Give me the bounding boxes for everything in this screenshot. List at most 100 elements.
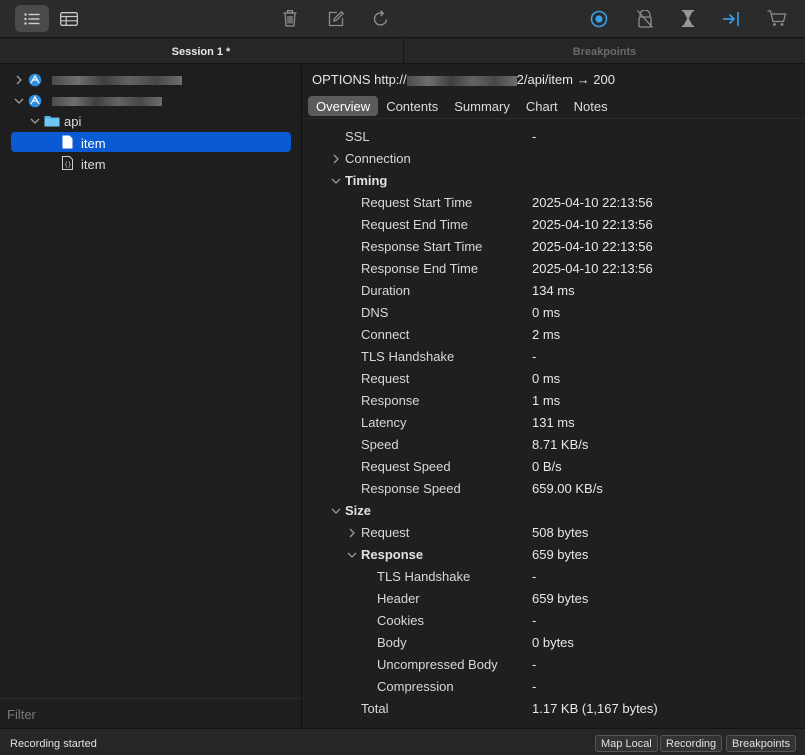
hourglass-icon [682, 10, 694, 27]
breakpoint-toggle-button[interactable] [714, 5, 748, 32]
tree-item[interactable]: {} item [11, 153, 291, 173]
row-value: 659 bytes [532, 547, 589, 562]
overview-row-connection[interactable]: Connection [302, 147, 805, 169]
timing-row: Speed 8.71 KB/s [302, 433, 805, 455]
globe-icon [28, 94, 42, 108]
row-key: Compression [377, 679, 454, 694]
overview-section-timing[interactable]: Timing [302, 169, 805, 191]
map-local-button[interactable]: Map Local [595, 735, 658, 752]
row-key: Request Speed [361, 459, 451, 474]
row-value: 0 B/s [532, 459, 562, 474]
throttle-button[interactable] [628, 5, 662, 32]
section-label: Size [345, 503, 372, 518]
response-status: 200 [593, 72, 615, 87]
chevron-down-icon [30, 118, 40, 124]
size-row-response[interactable]: Response 659 bytes [302, 543, 805, 565]
redacted-host [406, 75, 517, 86]
list-icon [24, 12, 40, 25]
row-value: 0 ms [532, 305, 561, 320]
clear-button[interactable] [273, 5, 307, 32]
breakpoint-arrow-icon [723, 11, 739, 26]
row-key: TLS Handshake [361, 349, 455, 364]
tree-item-selected[interactable]: item [11, 132, 291, 152]
timing-row: Response End Time 2025-04-10 22:13:56 [302, 257, 805, 279]
timing-row: Response 1 ms [302, 389, 805, 411]
timing-row: Request End Time 2025-04-10 22:13:56 [302, 213, 805, 235]
row-value: 2025-04-10 22:13:56 [532, 239, 653, 254]
timing-row: Response Start Time 2025-04-10 22:13:56 [302, 235, 805, 257]
list-view-button[interactable] [15, 5, 49, 32]
svg-text:{}: {} [64, 162, 71, 169]
table-view-button[interactable] [52, 5, 86, 32]
tab-session[interactable]: Session 1 * [0, 39, 402, 64]
chevron-right-icon [349, 528, 355, 538]
tree-folder-api[interactable]: api [30, 111, 290, 131]
record-icon [590, 10, 608, 27]
row-value: - [532, 129, 537, 144]
size-response-row: Uncompressed Body - [302, 653, 805, 675]
row-value: 0 bytes [532, 635, 574, 650]
arrow-icon: → [576, 72, 590, 87]
row-key: Body [377, 635, 407, 650]
row-key: Response Speed [361, 481, 461, 496]
size-response-row: Header 659 bytes [302, 587, 805, 609]
json-file-icon: {} [62, 156, 73, 170]
chevron-right-icon [16, 75, 22, 85]
cart-button[interactable] [760, 5, 794, 32]
timing-row: Connect 2 ms [302, 323, 805, 345]
size-response-row: TLS Handshake - [302, 565, 805, 587]
row-value: 2 ms [532, 327, 561, 342]
row-key: Request End Time [361, 217, 468, 232]
trash-icon [283, 10, 297, 27]
size-response-row: Body 0 bytes [302, 631, 805, 653]
throttle-icon [637, 9, 653, 28]
redacted-host [52, 76, 182, 85]
tree-host-1[interactable] [14, 70, 294, 90]
row-value: - [532, 613, 537, 628]
tab-overview[interactable]: Overview [308, 96, 379, 116]
tab-summary[interactable]: Summary [446, 96, 518, 116]
row-key: Request [361, 525, 410, 540]
row-value: - [532, 349, 537, 364]
chevron-down-icon [347, 552, 357, 558]
refresh-icon [373, 10, 388, 26]
chevron-down-icon [331, 178, 341, 184]
repeat-button[interactable] [364, 5, 398, 32]
row-key: Speed [361, 437, 399, 452]
row-value: 2025-04-10 22:13:56 [532, 217, 653, 232]
timing-row: Request Start Time 2025-04-10 22:13:56 [302, 191, 805, 213]
request-title: OPTIONS http:// 2/api/item → 200 [312, 72, 615, 87]
request-path: 2/api/item [516, 72, 574, 87]
row-key: Connect [361, 327, 410, 342]
row-value: - [532, 657, 537, 672]
timing-row: Response Speed 659.00 KB/s [302, 477, 805, 499]
row-key: TLS Handshake [377, 569, 471, 584]
row-key: Latency [361, 415, 407, 430]
tab-notes[interactable]: Notes [566, 96, 616, 116]
tab-contents[interactable]: Contents [378, 96, 446, 116]
row-value: 8.71 KB/s [532, 437, 589, 452]
tab-breakpoints[interactable]: Breakpoints [403, 39, 805, 64]
size-response-row: Compression - [302, 675, 805, 697]
tree-host-2[interactable] [14, 91, 294, 111]
detail-pane: OPTIONS http:// 2/api/item → 200 Overview… [302, 65, 805, 728]
request-method-url: OPTIONS http:// [312, 72, 407, 87]
overview-section-size[interactable]: Size [302, 499, 805, 521]
filter-field[interactable]: Filter [0, 698, 301, 728]
size-row-request[interactable]: Request 508 bytes [302, 521, 805, 543]
detail-tabs: Overview Contents Summary Chart Notes [308, 96, 616, 116]
hourglass-button[interactable] [671, 5, 705, 32]
recording-button[interactable]: Recording [660, 735, 723, 752]
row-key: Duration [361, 283, 411, 298]
row-key: Total [361, 701, 389, 716]
record-button[interactable] [582, 5, 616, 32]
file-icon [62, 135, 73, 149]
compose-button[interactable] [319, 5, 353, 32]
chevron-down-icon [331, 508, 341, 514]
filter-placeholder: Filter [7, 707, 36, 722]
tab-chart[interactable]: Chart [518, 96, 566, 116]
breakpoints-button[interactable]: Breakpoints [726, 735, 797, 752]
session-tree: api item {} item [0, 65, 301, 698]
chevron-down-icon [14, 98, 24, 104]
row-value: - [532, 679, 537, 694]
